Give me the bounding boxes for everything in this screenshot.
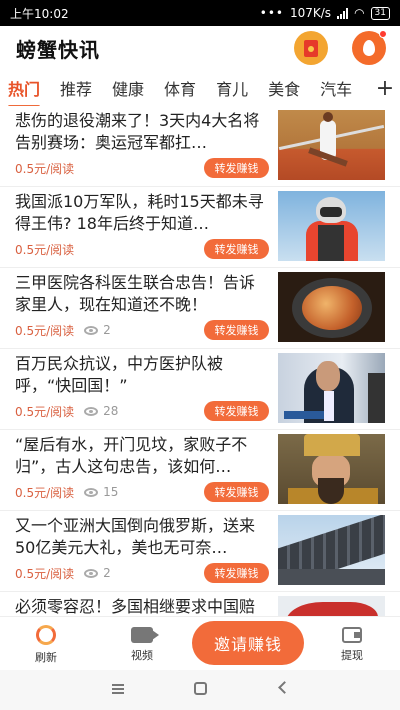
- read-reward: 0.5元/阅读: [15, 242, 75, 257]
- news-feed: 悲伤的退役潮来了！3天内4大名将告别赛场：奥运冠军都扛… 0.5元/阅读 转发赚…: [0, 106, 400, 616]
- news-thumbnail: [278, 272, 385, 342]
- view-count-value: 28: [103, 404, 119, 418]
- battery-icon: 31: [370, 6, 390, 20]
- invite-earn-button[interactable]: 邀请赚钱: [192, 621, 304, 665]
- share-earn-button[interactable]: 转发赚钱: [204, 320, 269, 340]
- refresh-icon: [36, 625, 56, 645]
- news-thumbnail: [278, 434, 385, 504]
- view-count-value: 15: [103, 485, 119, 499]
- tab-auto[interactable]: 汽车: [320, 76, 352, 100]
- news-title: 悲伤的退役潮来了！3天内4大名将告别赛场：奥运冠军都扛…: [15, 111, 260, 152]
- nav-withdraw[interactable]: 提现: [322, 625, 382, 663]
- view-count: 15: [84, 485, 118, 499]
- news-meta: 0.5元/阅读 2: [15, 322, 111, 338]
- read-reward: 0.5元/阅读: [15, 404, 75, 419]
- view-count: 2: [84, 566, 111, 580]
- news-thumbnail: [278, 515, 385, 585]
- news-title: 又一个亚洲大国倒向俄罗斯，送来50亿美元大礼，美也无可奈…: [15, 516, 256, 557]
- tab-recommend[interactable]: 推荐: [60, 76, 92, 100]
- share-earn-button[interactable]: 转发赚钱: [204, 563, 269, 583]
- back-icon[interactable]: [278, 681, 291, 694]
- flame-icon: [363, 40, 375, 56]
- read-reward: 0.5元/阅读: [15, 485, 75, 500]
- category-tabs: 热门 推荐 健康 体育 育儿 美食 汽车: [0, 70, 400, 106]
- eye-icon: [84, 406, 99, 416]
- nav-video[interactable]: 视频: [112, 625, 172, 663]
- news-meta: 0.5元/阅读: [15, 160, 74, 176]
- view-count: 28: [84, 404, 118, 418]
- news-item[interactable]: 我国派10万军队，耗时15天都未寻得王伟? 18年后终于知道… 0.5元/阅读 …: [0, 187, 400, 268]
- menu-icon[interactable]: [112, 684, 124, 694]
- news-meta: 0.5元/阅读 15: [15, 484, 118, 500]
- tab-food[interactable]: 美食: [268, 76, 300, 100]
- news-thumbnail: [278, 110, 385, 180]
- news-item[interactable]: “屋后有水，开门见坟，家败子不归”，古人这句忠告，该如何… 0.5元/阅读 15…: [0, 430, 400, 511]
- tab-sports[interactable]: 体育: [164, 76, 196, 100]
- notification-dot: [379, 30, 387, 38]
- news-title: 三甲医院各科医生联合忠告！告诉家里人，现在知道还不晚！: [15, 273, 256, 314]
- red-packet-icon: [304, 39, 318, 57]
- bottom-nav: 刷新 视频 邀请赚钱 提现: [0, 616, 400, 670]
- status-time: 上午10:02: [10, 6, 69, 21]
- home-icon[interactable]: [194, 682, 207, 695]
- news-meta: 0.5元/阅读: [15, 241, 74, 257]
- news-item[interactable]: 悲伤的退役潮来了！3天内4大名将告别赛场：奥运冠军都扛… 0.5元/阅读 转发赚…: [0, 106, 400, 187]
- read-reward: 0.5元/阅读: [15, 161, 75, 176]
- news-thumbnail: [278, 353, 385, 423]
- eye-icon: [84, 487, 99, 497]
- add-tab-button[interactable]: +: [370, 70, 400, 106]
- app-title: 螃蟹快讯: [16, 37, 100, 62]
- news-item[interactable]: 又一个亚洲大国倒向俄罗斯，送来50亿美元大礼，美也无可奈… 0.5元/阅读 2 …: [0, 511, 400, 592]
- news-thumbnail: [278, 596, 385, 616]
- news-title: 百万民众抗议，中方医护队被呼，“快回国！”: [15, 354, 224, 395]
- view-count-value: 2: [103, 566, 111, 580]
- share-earn-button[interactable]: 转发赚钱: [204, 239, 269, 259]
- read-reward: 0.5元/阅读: [15, 566, 75, 581]
- system-nav-bar: [0, 670, 400, 710]
- signal-icon: [337, 7, 349, 19]
- video-camera-icon: [131, 627, 159, 643]
- eye-icon: [84, 568, 99, 578]
- news-title: “屋后有水，开门见坟，家败子不归”，古人这句忠告，该如何…: [15, 435, 248, 476]
- nav-withdraw-label: 提现: [341, 649, 363, 662]
- nav-video-label: 视频: [131, 649, 153, 662]
- news-title: 必须零容忍！多国相继要求中国赔偿疫情损失 美兴风作浪是: [15, 597, 256, 616]
- news-item[interactable]: 三甲医院各科医生联合忠告！告诉家里人，现在知道还不晚！ 0.5元/阅读 2 转发…: [0, 268, 400, 349]
- news-item[interactable]: 百万民众抗议，中方医护队被呼，“快回国！” 0.5元/阅读 28 转发赚钱: [0, 349, 400, 430]
- share-earn-button[interactable]: 转发赚钱: [204, 158, 269, 178]
- wallet-icon: [342, 627, 362, 643]
- news-meta: 0.5元/阅读 2: [15, 565, 111, 581]
- news-thumbnail: [278, 191, 385, 261]
- news-item[interactable]: 必须零容忍！多国相继要求中国赔偿疫情损失 美兴风作浪是: [0, 592, 400, 616]
- red-packet-button[interactable]: [294, 31, 328, 65]
- network-speed: 107K/s: [289, 6, 332, 20]
- nav-refresh[interactable]: 刷新: [16, 625, 76, 665]
- wifi-icon: ◠: [354, 6, 365, 20]
- read-reward: 0.5元/阅读: [15, 323, 75, 338]
- news-meta: 0.5元/阅读 28: [15, 403, 118, 419]
- share-earn-button[interactable]: 转发赚钱: [204, 401, 269, 421]
- news-title: 我国派10万军队，耗时15天都未寻得王伟? 18年后终于知道…: [15, 192, 264, 233]
- app-header: 螃蟹快讯: [0, 26, 400, 70]
- share-earn-button[interactable]: 转发赚钱: [204, 482, 269, 502]
- hot-button[interactable]: [352, 30, 387, 65]
- view-count-value: 2: [103, 323, 111, 337]
- notification-dots-icon: •••: [259, 6, 284, 20]
- tab-parenting[interactable]: 育儿: [216, 76, 248, 100]
- view-count: 2: [84, 323, 111, 337]
- status-bar: 上午10:02 ••• 107K/s ◠ 31: [0, 0, 400, 26]
- tab-hot[interactable]: 热门: [8, 76, 41, 106]
- nav-refresh-label: 刷新: [35, 651, 57, 664]
- tab-health[interactable]: 健康: [112, 76, 144, 100]
- eye-icon: [84, 325, 99, 335]
